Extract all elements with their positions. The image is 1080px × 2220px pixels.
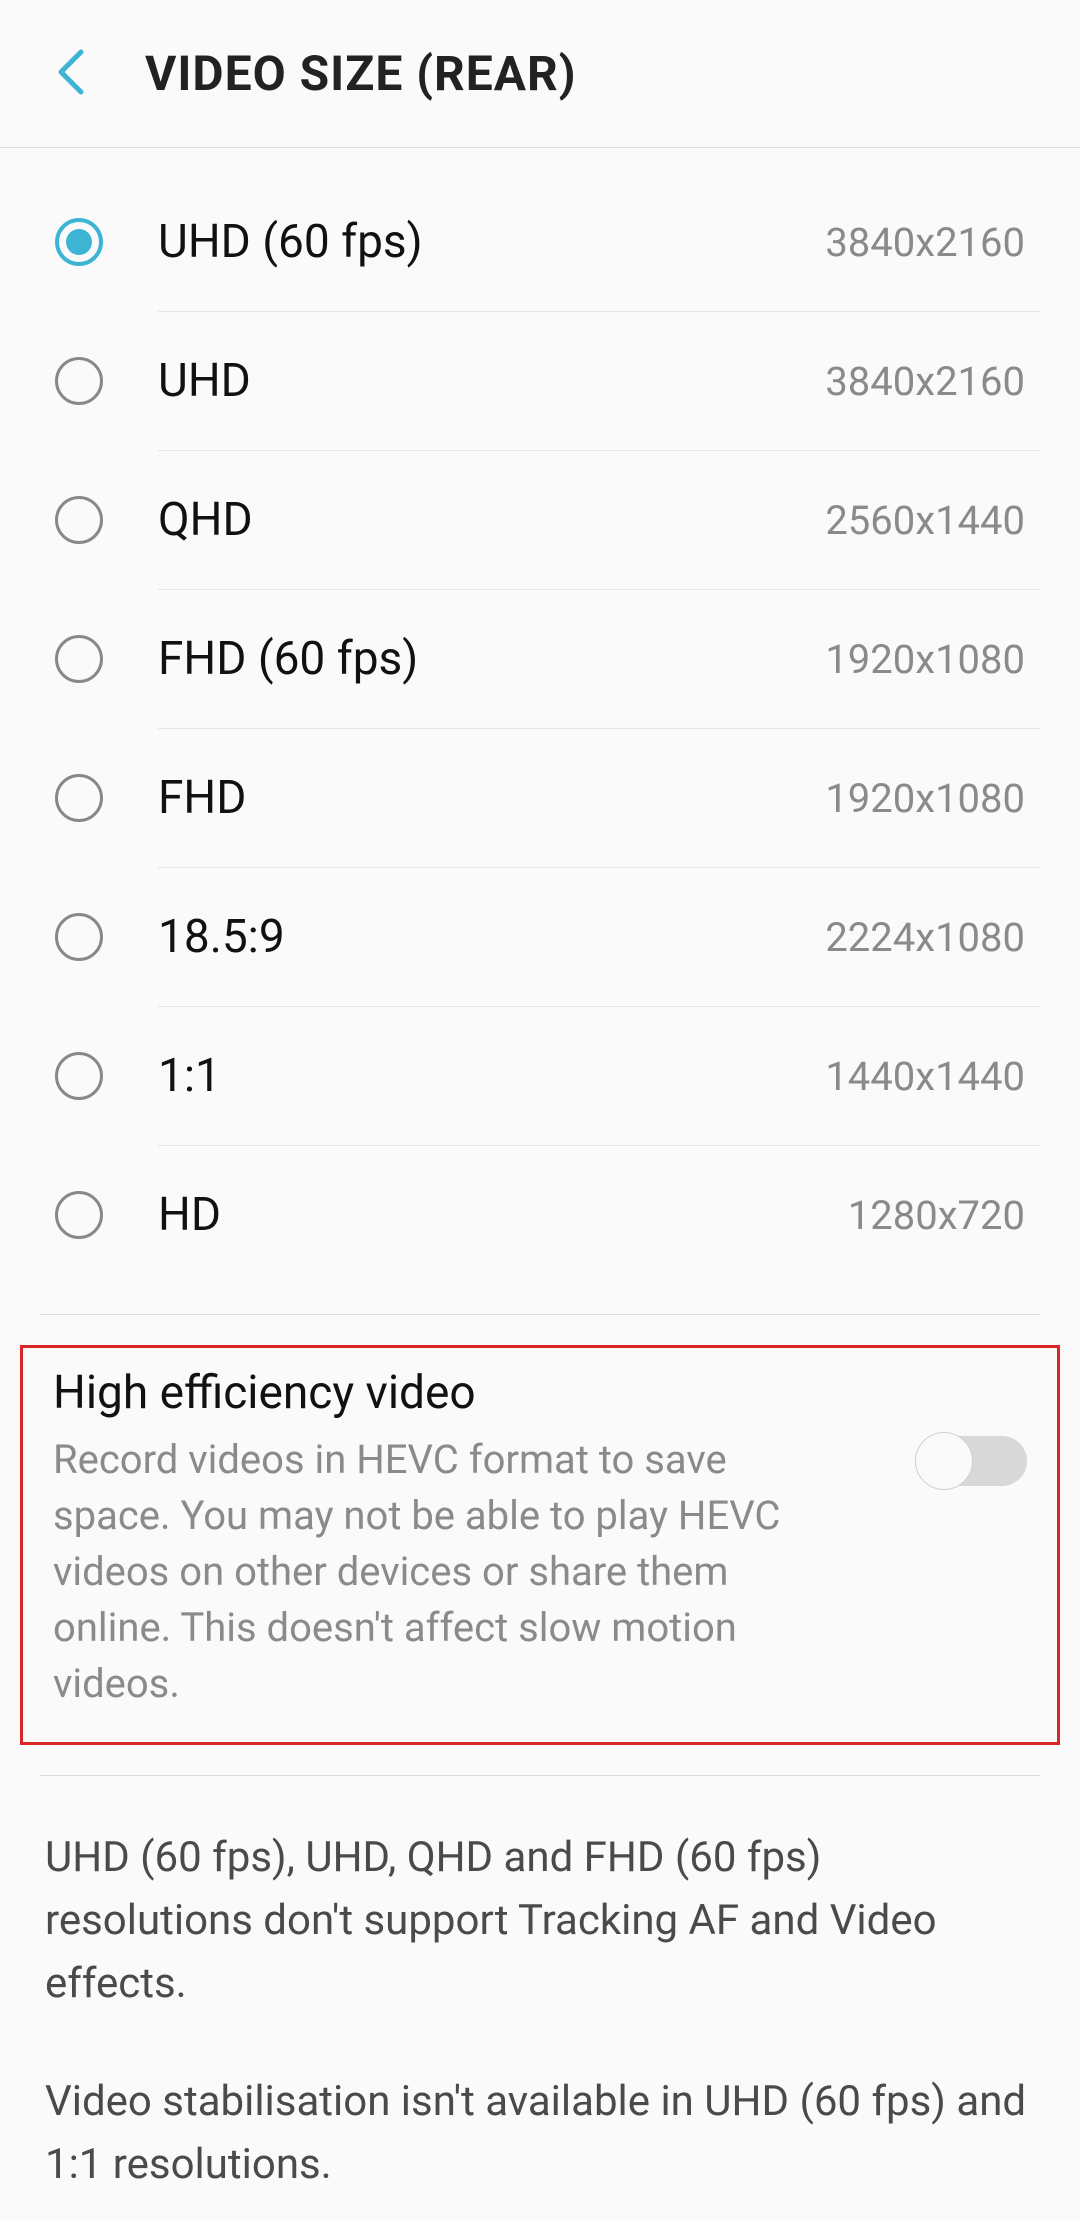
option-label: QHD bbox=[158, 493, 825, 547]
separator bbox=[40, 1314, 1040, 1315]
page-title: VIDEO SIZE (REAR) bbox=[145, 45, 577, 102]
toggle-title: High efficiency video bbox=[53, 1366, 897, 1420]
radio-icon bbox=[55, 774, 103, 822]
toggle-description: Record videos in HEVC format to save spa… bbox=[53, 1432, 843, 1712]
toggle-switch[interactable] bbox=[917, 1436, 1027, 1486]
option-hd[interactable]: HD 1280x720 bbox=[0, 1146, 1080, 1284]
option-resolution: 3840x2160 bbox=[825, 358, 1025, 405]
option-label: 18.5:9 bbox=[158, 910, 825, 964]
option-label: FHD bbox=[158, 771, 825, 825]
radio-icon bbox=[55, 913, 103, 961]
option-qhd[interactable]: QHD 2560x1440 bbox=[0, 451, 1080, 589]
option-uhd-60fps[interactable]: UHD (60 fps) 3840x2160 bbox=[0, 173, 1080, 311]
radio-icon bbox=[55, 357, 103, 405]
option-resolution: 1440x1440 bbox=[825, 1053, 1025, 1100]
info-section: UHD (60 fps), UHD, QHD and FHD (60 fps) … bbox=[0, 1776, 1080, 2196]
back-icon[interactable] bbox=[55, 48, 85, 100]
video-size-options-list: UHD (60 fps) 3840x2160 UHD 3840x2160 QHD… bbox=[0, 148, 1080, 1284]
option-1-1[interactable]: 1:1 1440x1440 bbox=[0, 1007, 1080, 1145]
option-resolution: 1920x1080 bbox=[825, 775, 1025, 822]
option-resolution: 2560x1440 bbox=[825, 497, 1025, 544]
toggle-text: High efficiency video Record videos in H… bbox=[53, 1366, 897, 1712]
toggle-knob bbox=[915, 1432, 973, 1490]
option-resolution: 3840x2160 bbox=[825, 219, 1025, 266]
radio-icon bbox=[55, 635, 103, 683]
option-label: HD bbox=[158, 1188, 848, 1242]
option-fhd[interactable]: FHD 1920x1080 bbox=[0, 729, 1080, 867]
option-uhd[interactable]: UHD 3840x2160 bbox=[0, 312, 1080, 450]
option-185-9[interactable]: 18.5:9 2224x1080 bbox=[0, 868, 1080, 1006]
radio-icon bbox=[55, 496, 103, 544]
option-label: 1:1 bbox=[158, 1049, 825, 1103]
radio-icon bbox=[55, 1191, 103, 1239]
info-stabilisation: Video stabilisation isn't available in U… bbox=[45, 2070, 1035, 2196]
option-fhd-60fps[interactable]: FHD (60 fps) 1920x1080 bbox=[0, 590, 1080, 728]
high-efficiency-video-setting[interactable]: High efficiency video Record videos in H… bbox=[20, 1345, 1060, 1745]
option-label: UHD bbox=[158, 354, 825, 408]
option-label: FHD (60 fps) bbox=[158, 632, 825, 686]
option-label: UHD (60 fps) bbox=[158, 215, 825, 269]
option-resolution: 1920x1080 bbox=[825, 636, 1025, 683]
header: VIDEO SIZE (REAR) bbox=[0, 0, 1080, 148]
radio-icon bbox=[55, 218, 103, 266]
radio-icon bbox=[55, 1052, 103, 1100]
option-resolution: 1280x720 bbox=[848, 1192, 1025, 1239]
option-resolution: 2224x1080 bbox=[825, 914, 1025, 961]
info-tracking-af: UHD (60 fps), UHD, QHD and FHD (60 fps) … bbox=[45, 1826, 1035, 2015]
